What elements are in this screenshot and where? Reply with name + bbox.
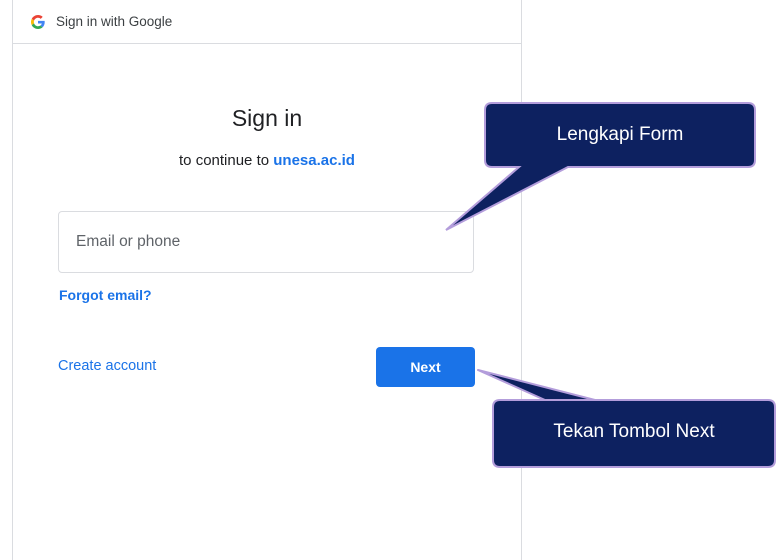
callout-next-shape [477, 369, 776, 468]
callout-next-text: Tekan Tombol Next [553, 421, 715, 442]
callout-form-shape [445, 102, 756, 231]
callout-layer [445, 102, 776, 468]
callout-form-text: Lengkapi Form [556, 124, 684, 145]
